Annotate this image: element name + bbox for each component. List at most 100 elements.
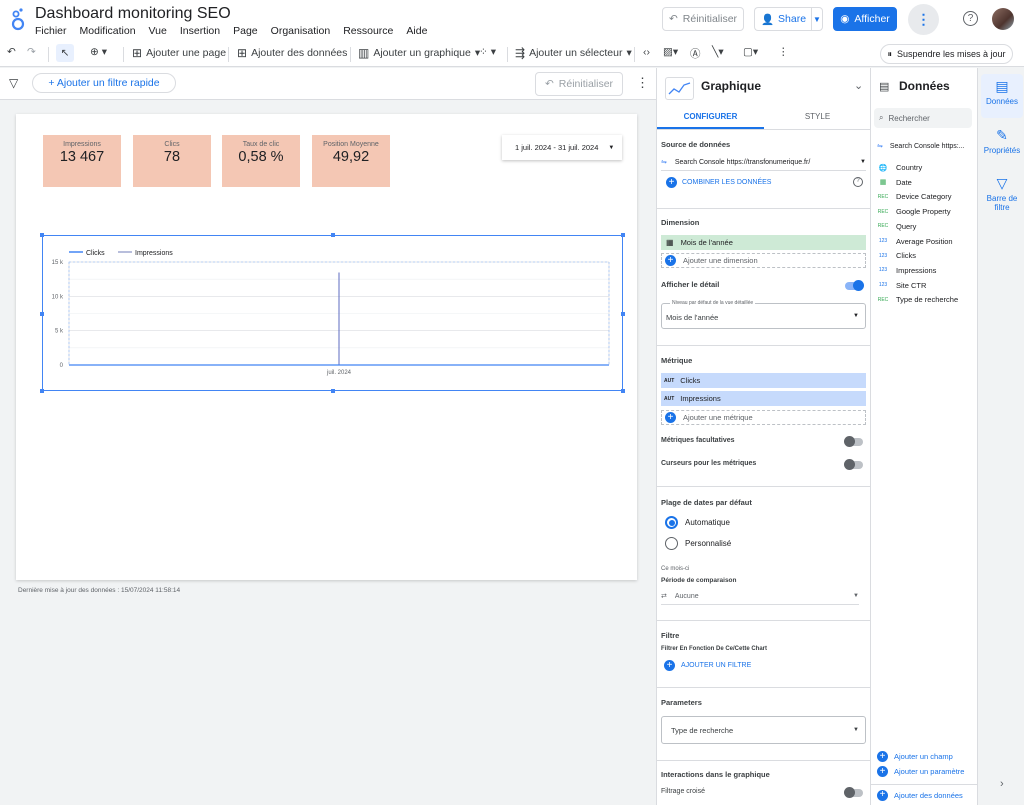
metric-chip-clicks[interactable]: AUT Clicks (661, 373, 866, 388)
add-icon: + (665, 412, 676, 423)
add-field-button[interactable]: + Ajouter un champ (877, 751, 953, 762)
view-button[interactable]: ◉ Afficher (833, 7, 897, 31)
add-chart-button[interactable]: ▥ Ajouter un graphique ▾ (358, 46, 480, 60)
looker-studio-logo[interactable] (9, 6, 27, 34)
field-item[interactable]: 123 Average Position (877, 237, 953, 246)
metric-sliders-toggle[interactable] (844, 459, 863, 470)
side-tab-properties[interactable]: ✎ Propriétés (981, 123, 1023, 167)
image-icon[interactable]: ▨▾ (663, 46, 678, 58)
scorecard-position[interactable]: Position Moyenne 49,92 (312, 135, 390, 187)
zoom-icon[interactable]: ⊕ ▾ (90, 46, 107, 58)
tab-style[interactable]: STYLE (764, 105, 871, 129)
date-range-picker[interactable]: 1 juil. 2024 - 31 juil. 2024 ▼ (502, 135, 622, 160)
menu-ressource[interactable]: Ressource (343, 25, 393, 37)
line-icon[interactable]: ╲▾ (712, 46, 724, 58)
data-panel: ▤ Données ⌕ Rechercher ⇋ Search Console ht… (870, 68, 978, 805)
blend-data-button[interactable]: + COMBINER LES DONNÉES (666, 177, 771, 188)
data-source-item[interactable]: ⇋ Search Console https:... (877, 142, 965, 151)
field-search-input[interactable]: ⌕ Rechercher (874, 108, 972, 128)
scorecard-impressions[interactable]: Impressions 13 467 (43, 135, 121, 187)
more-vert-icon[interactable]: ⋮ (636, 75, 649, 91)
field-item[interactable]: REC Device Category (877, 192, 952, 202)
menu-modification[interactable]: Modification (80, 25, 136, 37)
optional-metrics-toggle[interactable] (844, 436, 863, 447)
avatar[interactable] (992, 8, 1014, 30)
select-cursor-icon[interactable]: ↖ (56, 44, 74, 62)
more-options-button[interactable]: ⋮ (908, 4, 939, 35)
field-item[interactable]: 123 Site CTR (877, 281, 927, 290)
selector-icon: ⇶ (515, 46, 526, 60)
data-source-select[interactable]: ⇋ Search Console https://transfonumeriqu… (661, 154, 866, 171)
field-item[interactable]: 123 Impressions (877, 266, 937, 275)
menu-aide[interactable]: Aide (406, 25, 427, 37)
text-icon[interactable]: Ⓐ (690, 46, 701, 61)
scorecard-ctr[interactable]: Taux de clic 0,58 % (222, 135, 300, 187)
menu-organisation[interactable]: Organisation (271, 25, 331, 37)
add-metric-button[interactable]: + Ajouter une métrique (661, 410, 866, 425)
add-dimension-button[interactable]: + Ajouter une dimension (661, 253, 866, 268)
add-quick-filter-button[interactable]: + Ajouter un filtre rapide (32, 73, 176, 93)
menu-insertion[interactable]: Insertion (180, 25, 220, 37)
embed-code-icon[interactable]: ‹› (643, 46, 650, 58)
metric-sliders-label: Curseurs pour les métriques (661, 460, 757, 467)
chevron-right-icon[interactable]: › (1000, 778, 1004, 790)
filter-icon[interactable]: ▽ (9, 76, 18, 90)
undo-icon[interactable]: ↶ (7, 46, 16, 58)
line-chart-icon (665, 77, 694, 100)
caret-down-icon: ▼ (813, 14, 821, 24)
reset-button[interactable]: ↶ Réinitialiser (662, 7, 744, 31)
metric-chip-impressions[interactable]: AUT Impressions (661, 391, 866, 406)
side-tabs: ▤ Données ✎ Propriétés ▽ Barre de filtre › (977, 68, 1024, 805)
add-parameter-button[interactable]: + Ajouter un paramètre (877, 766, 967, 777)
add-data-button[interactable]: + Ajouter des données (871, 784, 978, 805)
report-title[interactable]: Dashboard monitoring SEO (35, 5, 231, 23)
add-selector-button[interactable]: ⇶ Ajouter un sélecteur ▾ (515, 46, 632, 60)
radio-auto[interactable]: Automatique (665, 516, 730, 529)
comparison-select[interactable]: ⇄ Aucune ▼ (661, 588, 859, 605)
field-type-icon: REC (877, 208, 889, 215)
radio-custom[interactable]: Personnalisé (665, 537, 731, 550)
field-item[interactable]: REC Google Property (877, 207, 951, 216)
side-tab-data[interactable]: ▤ Données (981, 74, 1023, 118)
pause-icon: ⏸ (887, 48, 892, 59)
tab-configurer[interactable]: CONFIGURER (657, 105, 764, 129)
field-name: Device Category (896, 192, 952, 202)
table-icon: ▤ (995, 78, 1009, 94)
y-tick-label: 15 k (52, 260, 64, 266)
field-item[interactable]: REC Query (877, 221, 917, 231)
drilldown-toggle[interactable] (845, 280, 864, 291)
more-vert-icon[interactable]: ⋮ (778, 46, 789, 58)
drilldown-label: Afficher le détail (661, 280, 720, 289)
time-series-chart[interactable]: Clicks Impressions 15 k 10 k 5 k 0 juil. 20… (40, 233, 625, 393)
help-icon[interactable]: ? (853, 177, 863, 187)
reset-filters-button[interactable]: ↶ Réinitialiser (535, 72, 623, 96)
field-name: Query (896, 221, 917, 231)
chevron-down-icon[interactable]: ⌄ (854, 79, 863, 92)
field-item[interactable]: ▦ Date (877, 178, 912, 187)
redo-icon[interactable]: ↷ (27, 46, 36, 58)
add-control-icon[interactable]: ⁘ ▾ (479, 46, 496, 58)
x-tick-label: juil. 2024 (326, 370, 352, 376)
field-name: Country (896, 163, 923, 172)
help-icon[interactable]: ? (963, 11, 978, 26)
shape-icon[interactable]: ▢▾ (743, 46, 758, 58)
pause-updates-button[interactable]: ⏸ Suspendre les mises à jour (880, 44, 1013, 64)
parameter-select[interactable]: Type de recherche ▼ (661, 716, 866, 744)
share-button[interactable]: 👤 Share (754, 7, 812, 31)
cross-filter-toggle[interactable] (844, 787, 863, 798)
add-data-button[interactable]: ⊞ Ajouter des données (237, 46, 347, 60)
share-dropdown-button[interactable]: ▼ (811, 7, 823, 31)
field-item[interactable]: 123 Clicks (877, 251, 916, 260)
menu-vue[interactable]: Vue (149, 25, 167, 37)
drill-level-select[interactable]: Niveau par défaut de la vue détaillée Mo… (661, 300, 866, 329)
add-page-button[interactable]: ⊞ Ajouter une page (132, 46, 226, 60)
add-filter-button[interactable]: + AJOUTER UN FILTRE (664, 660, 751, 671)
menu-fichier[interactable]: Fichier (35, 25, 67, 37)
field-item[interactable]: 🌐 Country (877, 163, 923, 172)
metric-section-title: Métrique (661, 356, 693, 365)
scorecard-clicks[interactable]: Clics 78 (133, 135, 211, 187)
side-tab-filter-bar[interactable]: ▽ Barre de filtre (981, 171, 1023, 221)
menu-page[interactable]: Page (233, 25, 258, 37)
field-item[interactable]: REC Type de recherche (877, 295, 958, 304)
dimension-chip[interactable]: ▦ Mois de l'année (661, 235, 866, 250)
